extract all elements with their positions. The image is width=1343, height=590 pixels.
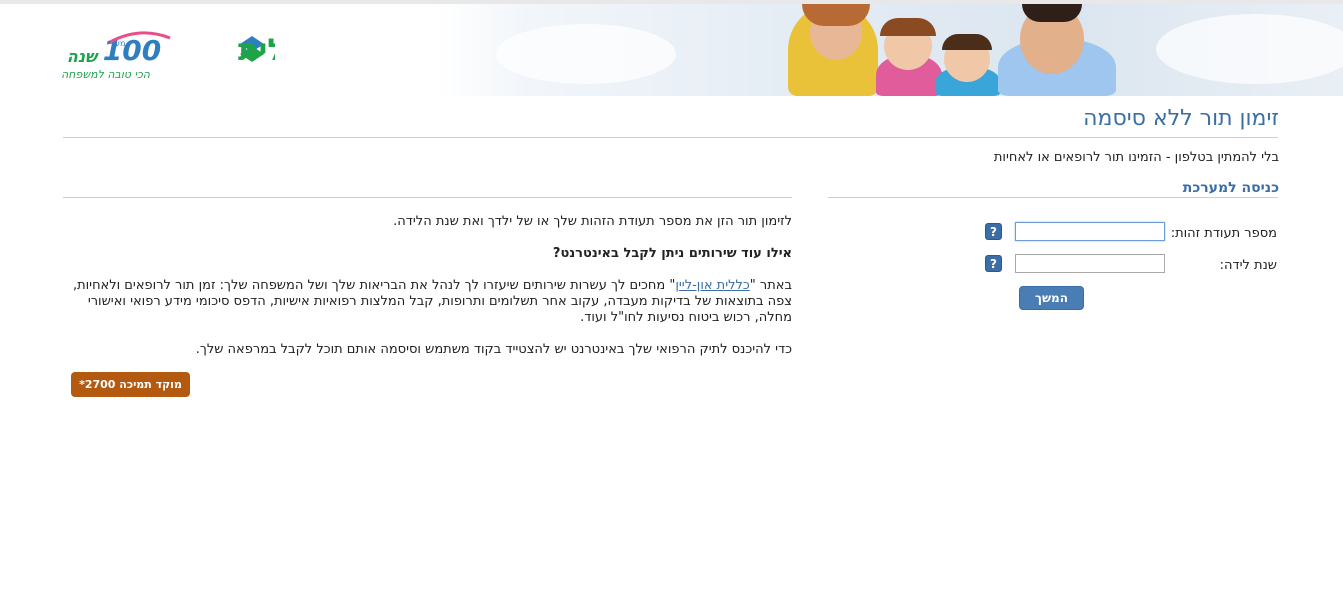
birth-year-input[interactable] (1015, 254, 1165, 273)
login-heading: כניסה למערכת (1182, 180, 1279, 196)
banner-cloud (496, 24, 676, 84)
banner-person-hair (1022, 4, 1082, 22)
login-divider (828, 197, 1278, 198)
continue-button[interactable]: המשך (1019, 286, 1084, 310)
services-text: באתר "כללית און-ליין" מחכים לך עשרות שיר… (63, 278, 792, 326)
id-help-button[interactable]: ? (985, 223, 1002, 240)
id-number-label: מספר תעודת זהות: (1170, 226, 1277, 241)
family-banner-image (436, 4, 1343, 96)
logo-years-text: שנה (67, 47, 99, 66)
info-divider (63, 197, 792, 198)
intro-text: לזימון תור הזן את מספר תעודת הזהות שלך א… (393, 214, 792, 229)
header: כללית 100 מעל שנה הכי טובה למשפחה (0, 4, 1343, 96)
clalit-logo-graphic: כללית 100 מעל שנה הכי טובה למשפחה (61, 31, 321, 81)
logo-brand-text: כללית (238, 33, 275, 68)
id-number-input[interactable] (1015, 222, 1165, 241)
page-title: זימון תור ללא סיסמה (1083, 106, 1279, 131)
clalit-online-link[interactable]: כללית און-ליין (675, 278, 749, 293)
services-heading: אילו עוד שירותים ניתן לקבל באינטרנט? (552, 246, 792, 261)
birth-year-help-button[interactable]: ? (985, 255, 1002, 272)
access-note-text: כדי להיכנס לתיק הרפואי שלך באינטרנט יש ל… (195, 342, 792, 357)
clalit-logo[interactable]: כללית 100 מעל שנה הכי טובה למשפחה (60, 22, 321, 84)
support-center-button[interactable]: מוקד תמיכה 2700* (71, 372, 190, 397)
banner-person-hair (942, 34, 992, 50)
page-subtitle: בלי להמתין בטלפון - הזמינו תור לרופאים א… (993, 150, 1279, 165)
banner-cloud (1156, 14, 1343, 84)
title-divider (63, 137, 1278, 138)
services-prefix: באתר " (749, 278, 792, 293)
banner-person-hair (880, 18, 936, 36)
birth-year-label: שנת לידה: (1219, 258, 1277, 273)
logo-slogan-text: הכי טובה למשפחה (61, 68, 151, 81)
